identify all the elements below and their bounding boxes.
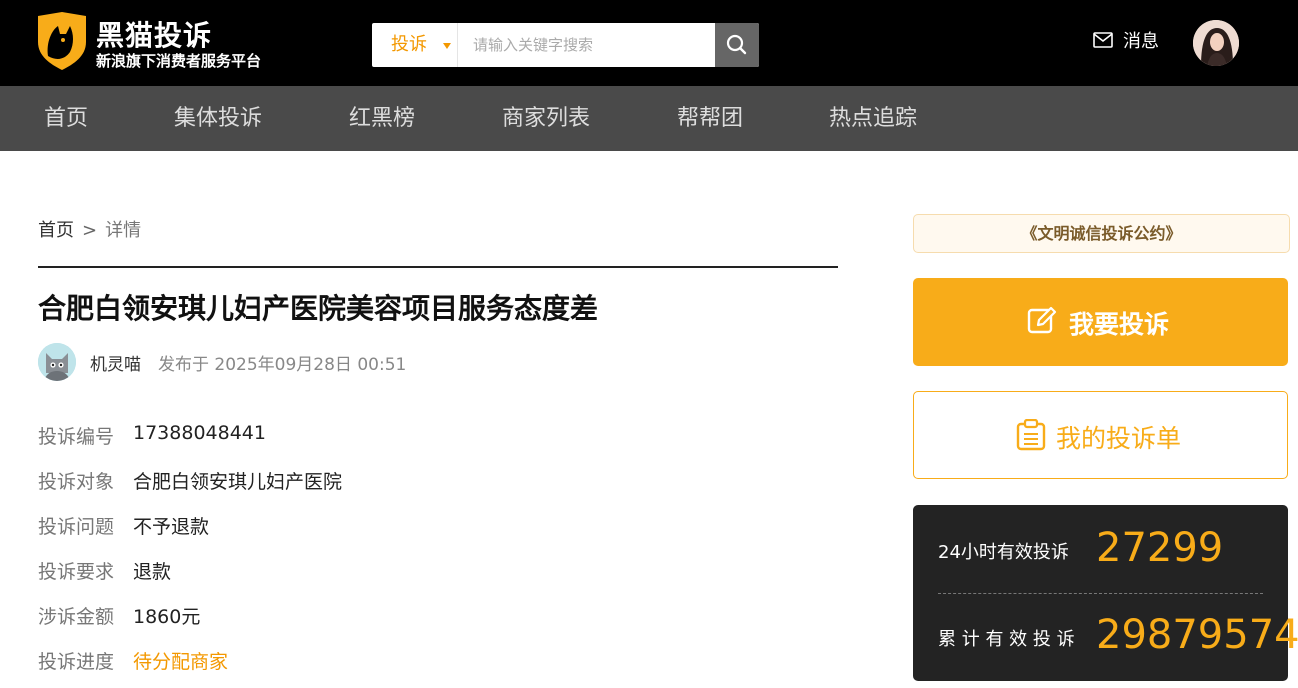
file-complaint-label: 我要投诉 bbox=[1069, 310, 1170, 339]
civilized-complaint-pact-link[interactable]: 《文明诚信投诉公约》 bbox=[913, 214, 1290, 253]
user-avatar[interactable] bbox=[1193, 20, 1239, 66]
stat-24h-label: 24小时有效投诉 bbox=[938, 542, 1069, 563]
field-label-amount: 涉诉金额 bbox=[38, 606, 115, 628]
search-button[interactable] bbox=[715, 23, 759, 67]
stat-total-value: 29879574 bbox=[1096, 612, 1298, 658]
title-divider bbox=[38, 266, 838, 268]
breadcrumb-current: 详情 bbox=[105, 220, 142, 241]
cat-avatar-image bbox=[38, 343, 76, 381]
brand-title: 黑猫投诉 bbox=[96, 19, 213, 52]
cat-shield-icon bbox=[38, 12, 86, 70]
mail-icon bbox=[1093, 32, 1113, 48]
stat-24h-value: 27299 bbox=[1096, 525, 1224, 571]
field-value-number: 17388048441 bbox=[133, 422, 266, 444]
field-value-target[interactable]: 合肥白领安琪儿妇产医院 bbox=[133, 467, 342, 494]
nav-home[interactable]: 首页 bbox=[44, 86, 88, 151]
logo[interactable]: 黑猫投诉 新浪旗下消费者服务平台 bbox=[36, 12, 316, 72]
search-input[interactable] bbox=[459, 23, 715, 67]
nav-red-black-list[interactable]: 红黑榜 bbox=[349, 86, 415, 151]
complaint-stats-panel: 24小时有效投诉 27299 累 计 有 效 投 诉 29879574 bbox=[913, 505, 1298, 681]
messages-label: 消息 bbox=[1123, 31, 1159, 52]
field-value-issue: 不予退款 bbox=[133, 516, 210, 538]
user-avatar-image bbox=[1193, 20, 1239, 66]
top-header: 黑猫投诉 新浪旗下消费者服务平台 投诉 消息 bbox=[0, 0, 1298, 86]
field-label-progress: 投诉进度 bbox=[38, 651, 115, 673]
breadcrumb-home[interactable]: 首页 bbox=[38, 220, 74, 241]
caret-down-icon bbox=[443, 43, 451, 49]
field-label-request: 投诉要求 bbox=[38, 561, 115, 583]
my-complaints-button[interactable]: 我的投诉单 bbox=[913, 391, 1288, 479]
stat-total-label: 累 计 有 效 投 诉 bbox=[938, 629, 1075, 650]
author-avatar[interactable] bbox=[38, 343, 76, 381]
nav-merchant-list[interactable]: 商家列表 bbox=[502, 86, 590, 151]
field-label-issue: 投诉问题 bbox=[38, 516, 115, 538]
search-bar: 投诉 bbox=[372, 23, 759, 67]
search-icon bbox=[726, 34, 747, 55]
nav-hot-tracking[interactable]: 热点追踪 bbox=[829, 86, 917, 151]
nav-help-group[interactable]: 帮帮团 bbox=[677, 86, 743, 151]
field-value-progress: 待分配商家 bbox=[133, 651, 229, 673]
field-label-target: 投诉对象 bbox=[38, 471, 115, 493]
clipboard-icon bbox=[1016, 419, 1046, 451]
file-complaint-button[interactable]: 我要投诉 bbox=[913, 278, 1288, 366]
edit-icon bbox=[1027, 306, 1057, 334]
field-value-amount: 1860元 bbox=[133, 606, 201, 628]
stats-divider bbox=[938, 593, 1263, 594]
main-nav: 首页 集体投诉 红黑榜 商家列表 帮帮团 热点追踪 bbox=[0, 86, 1298, 151]
field-value-request: 退款 bbox=[133, 561, 172, 583]
search-type-label: 投诉 bbox=[391, 34, 427, 55]
my-complaints-label: 我的投诉单 bbox=[1056, 424, 1182, 453]
brand-subtitle: 新浪旗下消费者服务平台 bbox=[96, 52, 262, 70]
publish-time: 发布于 2025年09月28日 00:51 bbox=[158, 355, 407, 375]
field-label-number: 投诉编号 bbox=[38, 426, 115, 448]
nav-group-complaints[interactable]: 集体投诉 bbox=[174, 86, 262, 151]
breadcrumb: 首页 > 详情 bbox=[38, 216, 141, 242]
breadcrumb-separator: > bbox=[82, 220, 98, 241]
search-type-select[interactable]: 投诉 bbox=[372, 23, 458, 67]
complaint-title: 合肥白领安琪儿妇产医院美容项目服务态度差 bbox=[38, 292, 599, 325]
author-name[interactable]: 机灵喵 bbox=[90, 350, 141, 375]
